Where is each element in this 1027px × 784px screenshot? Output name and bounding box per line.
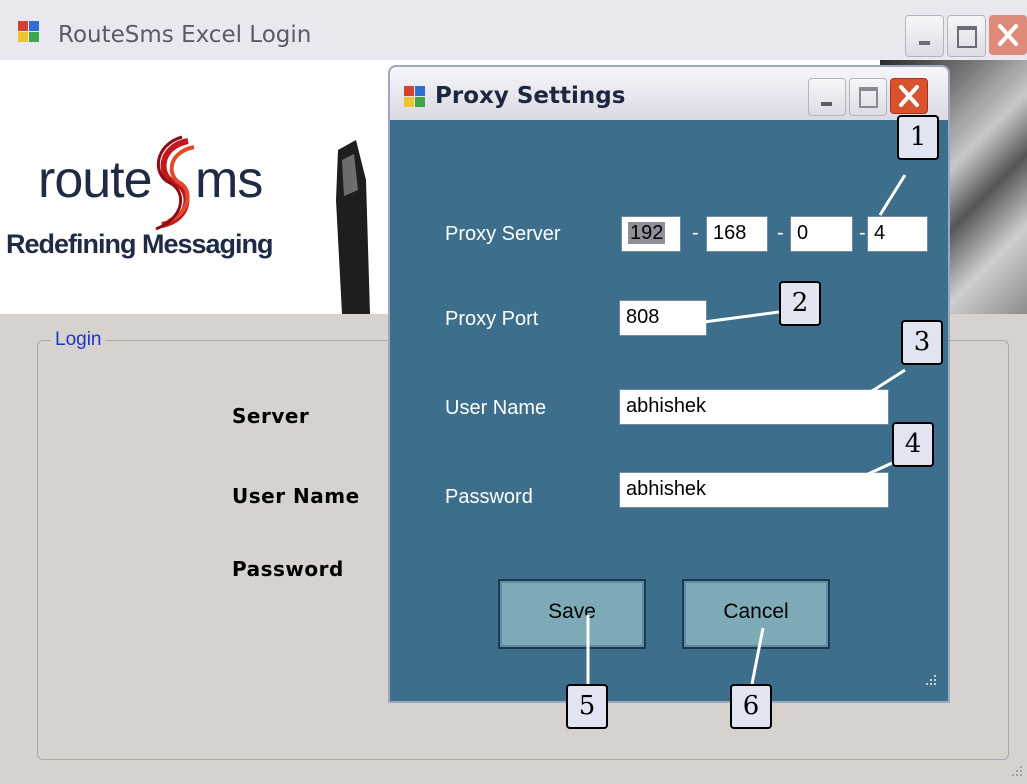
logo-tagline: Redefining Messaging <box>6 229 274 259</box>
password-input[interactable]: abhishek <box>619 472 889 508</box>
password-label: Password <box>445 486 533 508</box>
dialog-close-button[interactable] <box>890 78 928 114</box>
maximize-icon <box>859 87 878 108</box>
proxy-settings-dialog: Proxy Settings Proxy Server Proxy Port U… <box>388 65 950 703</box>
ip-octet-1-input[interactable]: 192 <box>621 216 681 252</box>
dialog-minimize-button[interactable] <box>808 78 846 116</box>
callout-3: 3 <box>901 320 943 365</box>
proxy-server-label: Proxy Server <box>445 223 561 245</box>
callout-4: 4 <box>892 422 934 467</box>
close-icon <box>899 85 919 107</box>
ip-octet-2-input[interactable]: 168 <box>706 216 768 252</box>
dialog-resize-grip-icon[interactable] <box>922 673 938 689</box>
user-name-label: User Name <box>232 484 360 508</box>
logo-text-route: route <box>38 151 153 209</box>
user-name-label: User Name <box>445 397 547 419</box>
main-window-title: RouteSms Excel Login <box>58 22 312 48</box>
app-icon <box>18 21 40 43</box>
minimize-icon <box>821 102 832 106</box>
logo-text-ms: ms <box>195 151 263 209</box>
ip-octet-4-input[interactable]: 4 <box>867 216 928 252</box>
user-name-input[interactable]: abhishek <box>619 389 889 425</box>
proxy-port-label: Proxy Port <box>445 308 539 330</box>
dialog-app-icon <box>404 86 426 108</box>
save-button[interactable]: Save <box>498 579 646 649</box>
server-label: Server <box>232 404 310 428</box>
maximize-icon <box>957 26 977 48</box>
dialog-title-bar[interactable]: Proxy Settings <box>390 67 948 120</box>
dialog-maximize-button[interactable] <box>849 78 887 116</box>
close-icon <box>998 24 1018 46</box>
proxy-port-input[interactable]: 808 <box>619 300 707 336</box>
ip-separator: - <box>692 222 699 244</box>
logo-s-mark <box>155 135 195 231</box>
ip-octet-1-value: 192 <box>628 222 666 244</box>
login-group-legend: Login <box>51 329 106 351</box>
password-label: Password <box>232 557 344 581</box>
ip-octet-3-input[interactable]: 0 <box>790 216 853 252</box>
resize-grip-icon[interactable] <box>1008 764 1024 780</box>
callout-5: 5 <box>566 684 608 729</box>
banner-phone-image <box>336 140 370 314</box>
callout-1: 1 <box>897 115 939 160</box>
cancel-button[interactable]: Cancel <box>682 579 830 649</box>
main-maximize-button[interactable] <box>947 15 986 57</box>
main-title-bar[interactable]: RouteSms Excel Login <box>0 0 1027 60</box>
main-minimize-button[interactable] <box>905 15 944 57</box>
ip-separator: - <box>859 222 866 244</box>
callout-2: 2 <box>779 281 821 326</box>
main-close-button[interactable] <box>989 15 1027 55</box>
minimize-icon <box>919 41 930 45</box>
ip-separator: - <box>777 222 784 244</box>
dialog-title: Proxy Settings <box>435 83 626 109</box>
callout-6: 6 <box>730 684 772 729</box>
